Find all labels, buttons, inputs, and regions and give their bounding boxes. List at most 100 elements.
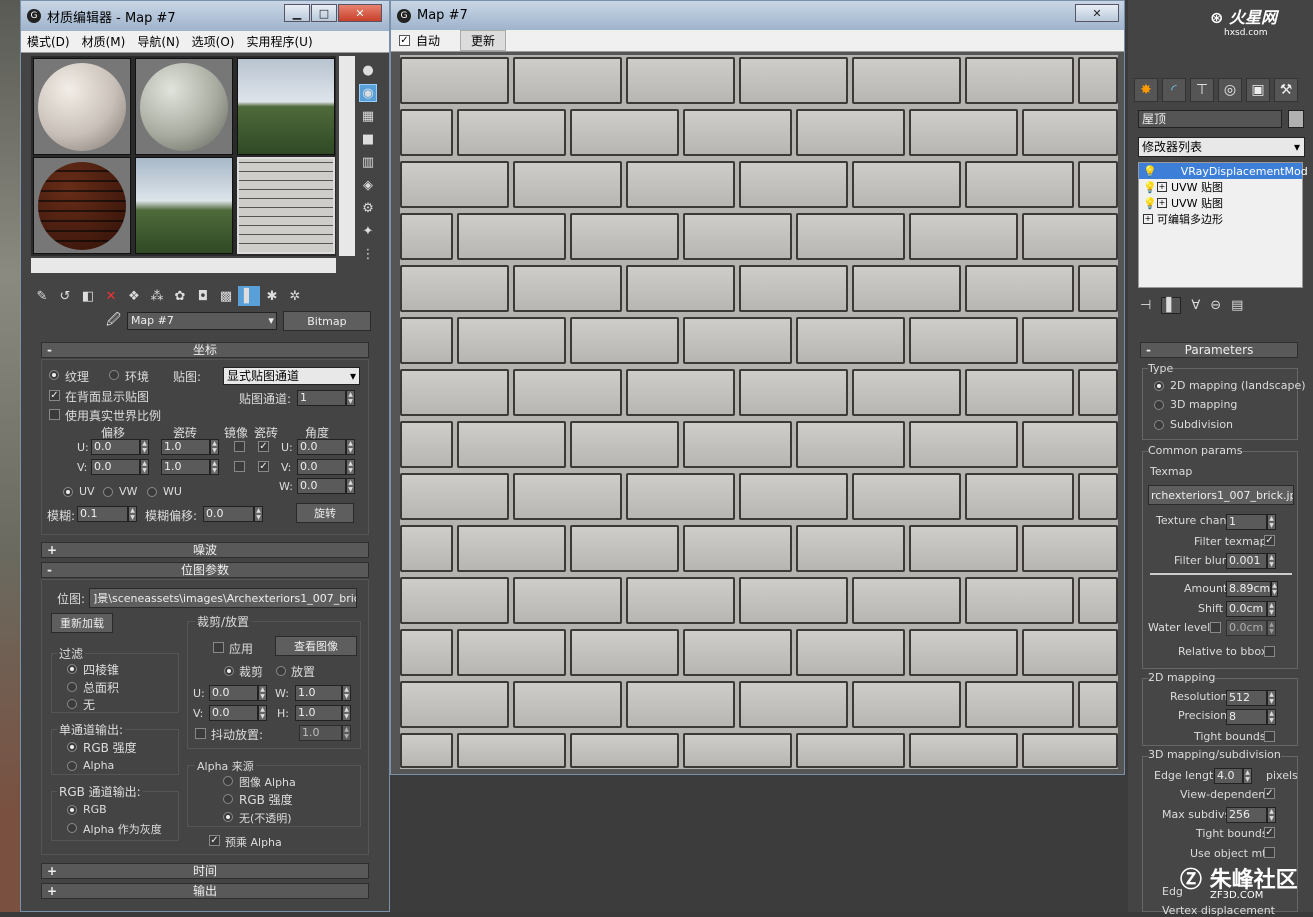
max-subdivs-spinner[interactable]: 256 ▲ ▼ <box>1226 807 1276 823</box>
relative-bbox-checkbox[interactable] <box>1264 646 1275 657</box>
offset-v-spinner[interactable]: 0.0 ▲ ▼ <box>91 459 149 475</box>
rgb-rgb-radio[interactable] <box>67 805 77 815</box>
alpha-rgb-radio[interactable] <box>223 794 233 804</box>
map-name-field[interactable]: Map #7 ▾ <box>126 312 277 330</box>
modifier-list-dropdown[interactable]: 修改器列表 ▾ <box>1138 137 1305 157</box>
options-icon[interactable]: ⚙ <box>359 199 377 217</box>
rollout-parameters[interactable]: - Parameters <box>1140 342 1298 358</box>
uv-radio[interactable] <box>63 487 73 497</box>
mono-rgb-radio[interactable] <box>67 742 77 752</box>
menu-material[interactable]: 材质(M) <box>76 33 132 50</box>
minimize-button[interactable]: ▁ <box>284 4 310 22</box>
rollout-output[interactable]: + 输出 <box>41 883 369 899</box>
crop-radio[interactable] <box>224 666 234 676</box>
crop-u-spinner[interactable]: 0.0 ▲ ▼ <box>209 685 267 701</box>
stack-item-editable-poly[interactable]: + 可编辑多边形 <box>1139 211 1302 227</box>
blur-offset-spinner[interactable]: 0.0 ▲ ▼ <box>203 506 263 522</box>
crop-w-spinner[interactable]: 1.0 ▲ ▼ <box>295 685 351 701</box>
utilities-tab-icon[interactable]: ⚒ <box>1274 78 1298 102</box>
motion-tab-icon[interactable]: ◎ <box>1218 78 1242 102</box>
map-viewer-titlebar[interactable]: G Map #7 <box>391 1 1124 30</box>
menu-utilities[interactable]: 实用程序(U) <box>240 33 318 50</box>
put-to-library-icon[interactable]: ✿ <box>169 286 191 306</box>
create-tab-icon[interactable]: ✸ <box>1134 78 1158 102</box>
alpha-image-radio[interactable] <box>223 776 233 786</box>
tight-bounds-3d-checkbox[interactable]: ✓ <box>1264 827 1275 838</box>
menu-mode[interactable]: 模式(D) <box>21 33 76 50</box>
offset-u-spinner[interactable]: 0.0 ▲ ▼ <box>91 439 149 455</box>
auto-checkbox[interactable]: ✓ <box>399 35 410 46</box>
get-material-icon[interactable]: ✎ <box>31 286 53 306</box>
sample-slot-1[interactable] <box>33 58 131 155</box>
sample-type-icon[interactable]: ● <box>359 61 377 79</box>
update-button[interactable]: 更新 <box>460 30 507 51</box>
vw-radio[interactable] <box>103 487 113 497</box>
copy-material-icon[interactable]: ❖ <box>123 286 145 306</box>
select-by-material-icon[interactable]: ✦ <box>359 222 377 240</box>
environ-radio[interactable] <box>109 370 119 380</box>
apply-crop-checkbox[interactable] <box>213 642 224 653</box>
rgb-alpha-gray-radio[interactable] <box>67 823 77 833</box>
close-button[interactable]: ✕ <box>338 4 382 22</box>
make-preview-icon[interactable]: ◈ <box>359 176 377 194</box>
shift-spinner[interactable]: 0.0cm ▲ ▼ <box>1226 601 1276 617</box>
mapping-dropdown[interactable]: 显式贴图通道 ▾ <box>223 367 360 385</box>
alpha-none-radio[interactable] <box>223 812 233 822</box>
angle-v-spinner[interactable]: 0.0 ▲ ▼ <box>297 459 355 475</box>
rollout-time[interactable]: + 时间 <box>41 863 369 879</box>
crop-v-spinner[interactable]: 0.0 ▲ ▼ <box>209 705 267 721</box>
filter-none-radio[interactable] <box>67 699 77 709</box>
menu-options[interactable]: 选项(O) <box>186 33 241 50</box>
jitter-checkbox[interactable] <box>195 728 206 739</box>
pin-stack-icon[interactable]: ⊣ <box>1140 298 1151 313</box>
use-object-mtl-checkbox[interactable] <box>1264 847 1275 858</box>
mirror-v-checkbox[interactable] <box>234 461 245 472</box>
view-dependent-checkbox[interactable]: ✓ <box>1264 788 1275 799</box>
sample-slot-6-selected[interactable] <box>237 157 335 254</box>
texture-radio[interactable] <box>49 370 59 380</box>
display-tab-icon[interactable]: ▣ <box>1246 78 1270 102</box>
rotate-button[interactable]: 旋转 <box>296 503 354 523</box>
place-radio[interactable] <box>276 666 286 676</box>
filter-blur-spinner[interactable]: 0.001 ▲ ▼ <box>1226 553 1276 569</box>
eyedropper-icon[interactable]: 🖉 <box>106 309 121 333</box>
precision-spinner[interactable]: 8 ▲ ▼ <box>1226 709 1276 725</box>
filter-texmap-checkbox[interactable]: ✓ <box>1264 535 1275 546</box>
show-map-icon[interactable]: ▩ <box>215 286 237 306</box>
assign-to-selection-icon[interactable]: ◧ <box>77 286 99 306</box>
type-subdivision-radio[interactable] <box>1154 420 1164 430</box>
stack-item-uvw-2[interactable]: 💡 + UVW 贴图 <box>1139 195 1302 211</box>
map-viewer-close-button[interactable]: ✕ <box>1075 4 1119 22</box>
put-to-scene-icon[interactable]: ↺ <box>54 286 76 306</box>
resolution-spinner[interactable]: 512 ▲ ▼ <box>1226 690 1276 706</box>
wu-radio[interactable] <box>147 487 157 497</box>
sample-slot-4[interactable] <box>33 157 131 254</box>
show-end-result-icon[interactable]: ▌ <box>238 286 260 306</box>
menu-navigation[interactable]: 导航(N) <box>131 33 185 50</box>
texmap-button[interactable]: rchexteriors1_007_brick.jpg) <box>1148 485 1294 505</box>
show-end-result-icon[interactable]: ▌ <box>1161 296 1182 314</box>
rollout-noise[interactable]: + 噪波 <box>41 542 369 558</box>
water-level-checkbox[interactable] <box>1210 622 1221 633</box>
remove-modifier-icon[interactable]: ⊖ <box>1210 298 1221 313</box>
tile-v-checkbox[interactable]: ✓ <box>258 461 269 472</box>
mirror-u-checkbox[interactable] <box>234 441 245 452</box>
map-channel-spinner[interactable]: 1 ▲ ▼ <box>297 390 355 406</box>
real-world-checkbox[interactable] <box>49 409 60 420</box>
premult-checkbox[interactable]: ✓ <box>209 835 220 846</box>
hierarchy-tab-icon[interactable]: ⊤ <box>1190 78 1214 102</box>
slots-horizontal-scrollbar[interactable] <box>31 258 336 273</box>
tiling-u-spinner[interactable]: 1.0 ▲ ▼ <box>161 439 219 455</box>
tight-bounds-checkbox[interactable] <box>1264 731 1275 742</box>
object-color-swatch[interactable] <box>1288 110 1304 128</box>
show-back-checkbox[interactable]: ✓ <box>49 390 60 401</box>
go-parent-icon[interactable]: ✱ <box>261 286 283 306</box>
bitmap-path-button[interactable]: ]景\sceneassets\images\Archexteriors1_007… <box>89 588 357 608</box>
reload-button[interactable]: 重新加载 <box>51 613 113 633</box>
modify-tab-icon[interactable]: ◜ <box>1162 78 1186 102</box>
angle-w-spinner[interactable]: 0.0 ▲ ▼ <box>297 478 355 494</box>
delete-icon[interactable]: ✕ <box>100 286 122 306</box>
tiling-v-spinner[interactable]: 1.0 ▲ ▼ <box>161 459 219 475</box>
stack-item-uvw-1[interactable]: 💡 + UVW 贴图 <box>1139 179 1302 195</box>
make-unique-icon[interactable]: ∀ <box>1191 298 1200 313</box>
